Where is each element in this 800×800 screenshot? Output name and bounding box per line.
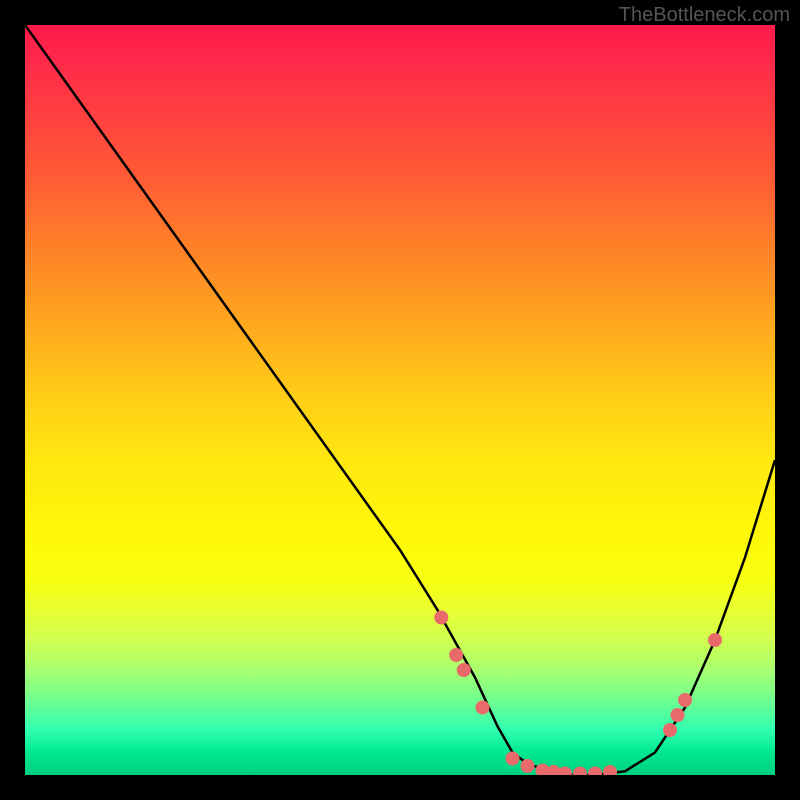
data-marker: [603, 765, 617, 775]
data-marker: [434, 611, 448, 625]
data-marker: [671, 708, 685, 722]
bottleneck-curve: [25, 25, 775, 775]
data-marker: [708, 633, 722, 647]
data-marker: [558, 767, 572, 776]
data-marker: [506, 752, 520, 766]
data-marker: [573, 767, 587, 776]
chart-container: TheBottleneck.com: [0, 0, 800, 800]
data-marker: [663, 723, 677, 737]
data-marker: [678, 693, 692, 707]
plot-area: [25, 25, 775, 775]
data-marker: [457, 663, 471, 677]
chart-svg: [25, 25, 775, 775]
data-marker: [449, 648, 463, 662]
data-marker: [588, 767, 602, 776]
data-marker: [476, 701, 490, 715]
data-marker: [521, 759, 535, 773]
data-markers: [434, 611, 722, 776]
watermark-text: TheBottleneck.com: [619, 4, 790, 27]
